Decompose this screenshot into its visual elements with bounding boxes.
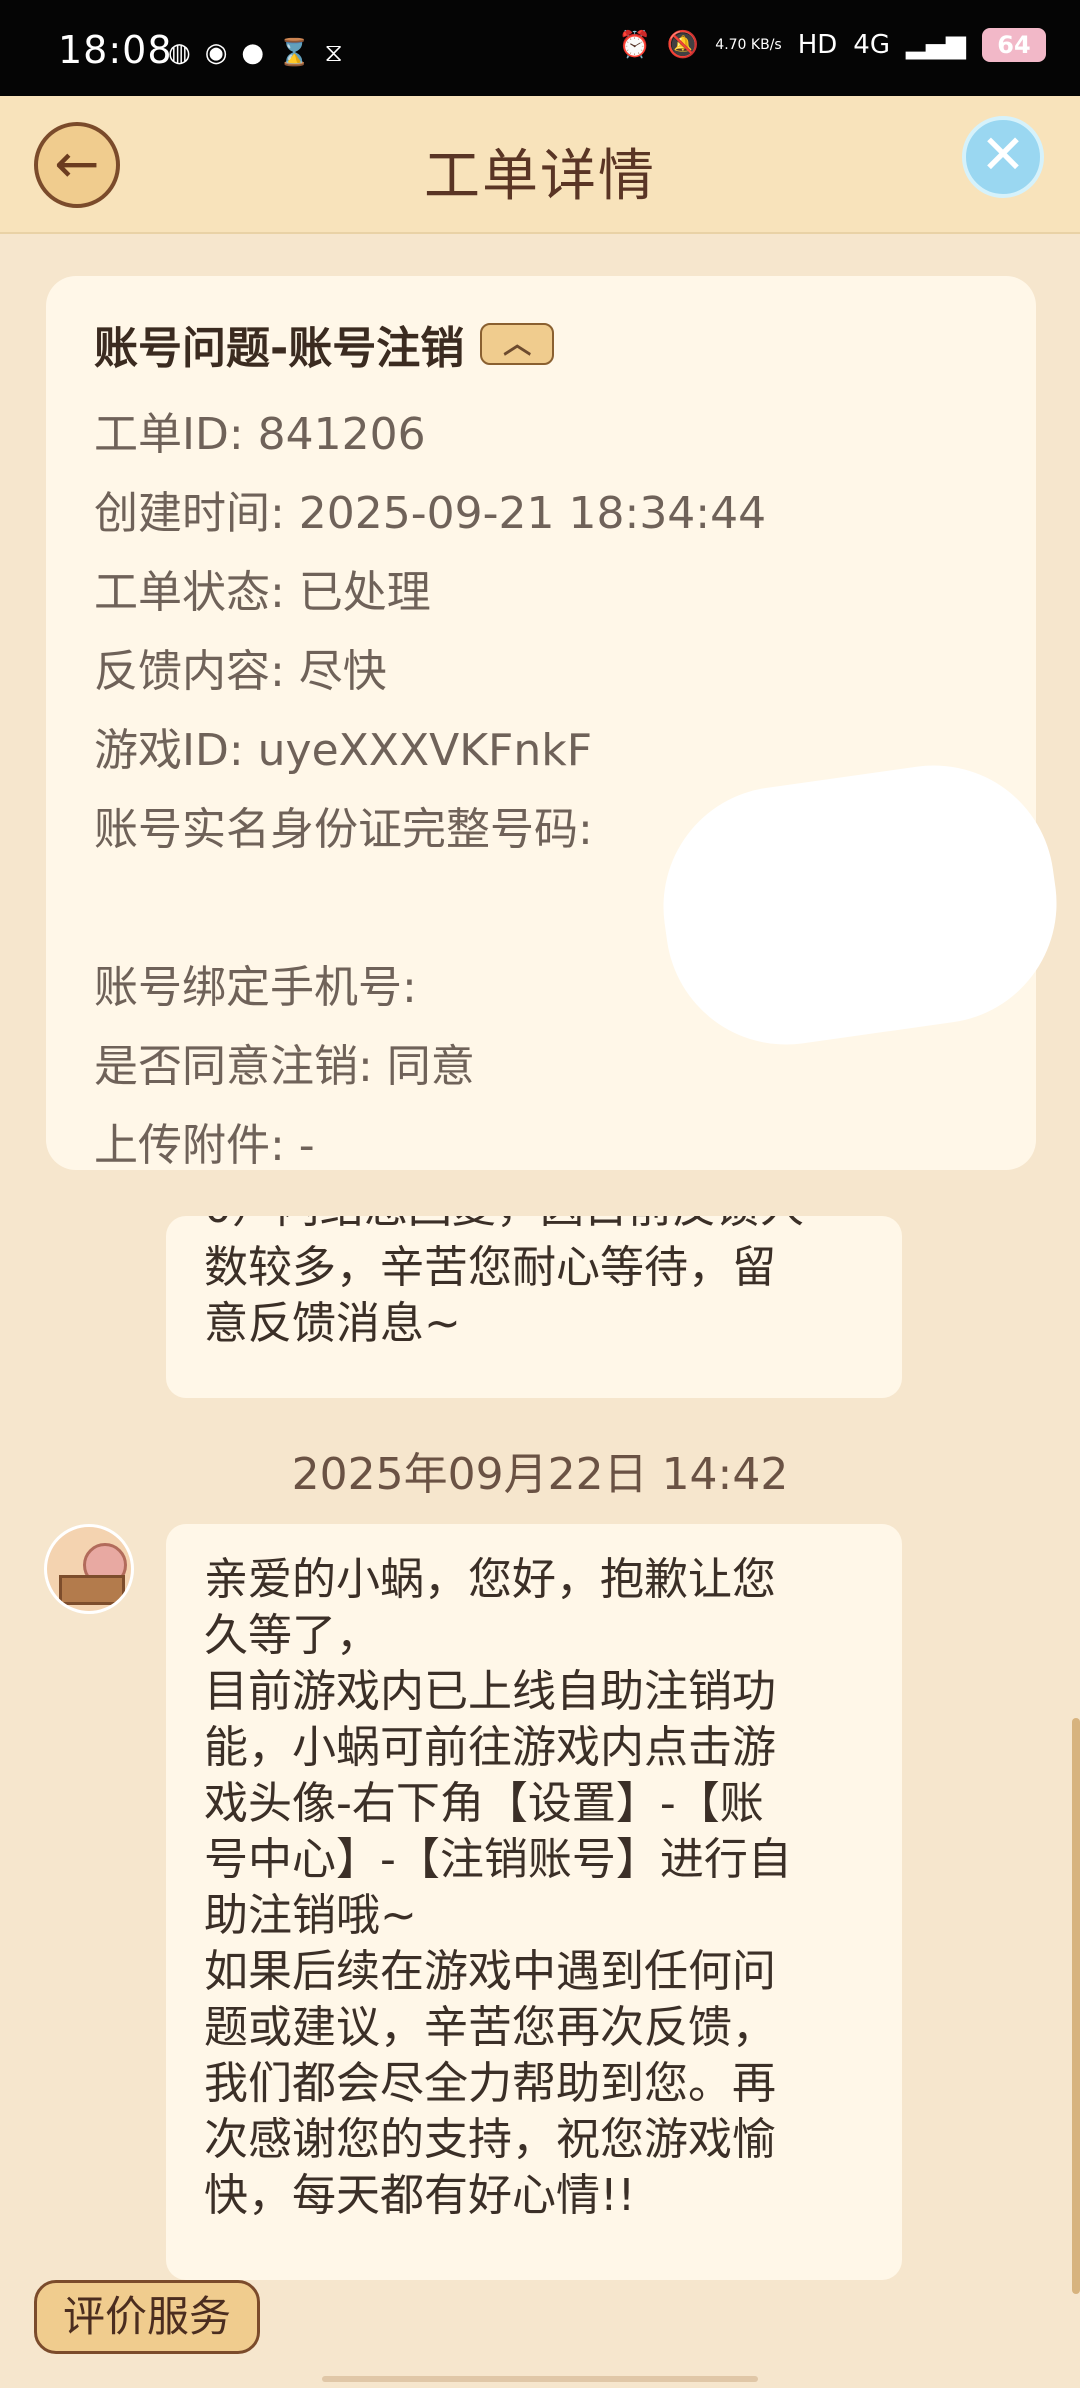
message-line: 如果后续在游戏中遇到任何问: [204, 1946, 776, 1997]
agree-cancellation: 是否同意注销: 同意: [94, 1041, 475, 1092]
page-header: ← 工单详情 ✕: [0, 96, 1080, 234]
message-line: 能，小蜗可前往游戏内点击游: [204, 1722, 776, 1773]
box-icon: [59, 1575, 125, 1605]
hourglass-outline-icon: ⧖: [324, 38, 343, 68]
message-line: 快，每天都有好心情!!: [204, 2170, 636, 2221]
mute-icon: 🔕: [666, 30, 700, 60]
message-line: 号中心】-【注销账号】进行自: [204, 1834, 792, 1885]
previous-message-line: 数较多，辛苦您耐心等待，留: [204, 1242, 776, 1293]
previous-message-line: 意反馈消息~: [204, 1298, 461, 1349]
snail-avatar: [44, 1524, 134, 1614]
message-line: 亲爱的小蜗，您好，抱歉让您: [204, 1554, 776, 1605]
network-speed: 4.70 KB/s: [715, 37, 782, 53]
status-bar: 18:08 ◍ ◉ ● ⌛ ⧖ ⏰ 🔕 4.70 KB/s HD 4G ▂▄▆ …: [0, 0, 1080, 96]
alarm-icon: ⏰: [618, 30, 651, 60]
system-icons: ⏰ 🔕 4.70 KB/s HD 4G ▂▄▆ 64: [619, 28, 1046, 62]
previous-message-line: 0）内结您回复，因目前反馈人: [204, 1216, 804, 1236]
close-button[interactable]: ✕: [962, 116, 1044, 198]
wechat-icon: ◍: [168, 38, 191, 68]
ticket-status: 工单状态: 已处理: [94, 567, 431, 618]
privacy-redaction: [647, 749, 1073, 1061]
close-icon: ✕: [980, 123, 1026, 186]
message-date: 2025年09月22日 14:42: [291, 1449, 789, 1500]
chat-content[interactable]: 账号问题-账号注销 ︿ 工单ID: 841206 创建时间: 2025-09-2…: [0, 232, 1080, 2388]
network-icon: 4G: [853, 30, 890, 60]
weibo-icon: ◉: [204, 38, 228, 68]
message-line: 次感谢您的支持，祝您游戏愉: [204, 2114, 776, 2165]
ticket-title-text: 账号问题-账号注销: [94, 323, 465, 374]
message-line: 助注销哦~: [204, 1890, 417, 1941]
battery-indicator: 64: [982, 28, 1046, 62]
page-title: 工单详情: [424, 144, 656, 209]
message-icon: ●: [241, 38, 265, 68]
hourglass-icon: ⌛: [278, 38, 311, 68]
ticket-id: 工单ID: 841206: [94, 409, 426, 460]
message-line: 久等了，: [204, 1610, 380, 1661]
evaluate-service-button[interactable]: 评价服务: [34, 2280, 260, 2354]
message-line: 戏头像-右下角【设置】-【账: [204, 1778, 764, 1829]
ticket-card: 账号问题-账号注销 ︿ 工单ID: 841206 创建时间: 2025-09-2…: [46, 276, 1073, 1171]
message-line: 目前游戏内已上线自助注销功: [204, 1666, 776, 1717]
home-indicator[interactable]: [322, 2376, 758, 2382]
chevron-up-icon: ︿: [503, 327, 532, 360]
signal-icon: ▂▄▆: [906, 30, 966, 60]
hd-icon: HD: [797, 30, 838, 60]
message-line: 题或建议，辛苦您再次反馈，: [204, 2002, 776, 2053]
status-time: 18:08: [58, 28, 173, 72]
feedback-content: 反馈内容: 尽快: [94, 646, 387, 697]
previous-message: 0）内结您回复，因目前反馈人 数较多，辛苦您耐心等待，留 意反馈消息~: [166, 1216, 902, 1398]
support-message: 亲爱的小蜗，您好，抱歉让您 久等了， 目前游戏内已上线自助注销功 能，小蜗可前往…: [166, 1524, 902, 2280]
game-id: 游戏ID: uyeXXXVKFnkF: [94, 725, 593, 776]
created-time: 创建时间: 2025-09-21 18:34:44: [94, 488, 767, 539]
notification-icons: ◍ ◉ ● ⌛ ⧖: [168, 38, 343, 69]
collapse-toggle[interactable]: ︿: [480, 323, 555, 365]
attachment: 上传附件: -: [94, 1120, 315, 1171]
ticket-title: 账号问题-账号注销 ︿: [94, 312, 988, 376]
scrollbar[interactable]: [1072, 1718, 1080, 2294]
message-line: 我们都会尽全力帮助到您。再: [204, 2058, 776, 2109]
